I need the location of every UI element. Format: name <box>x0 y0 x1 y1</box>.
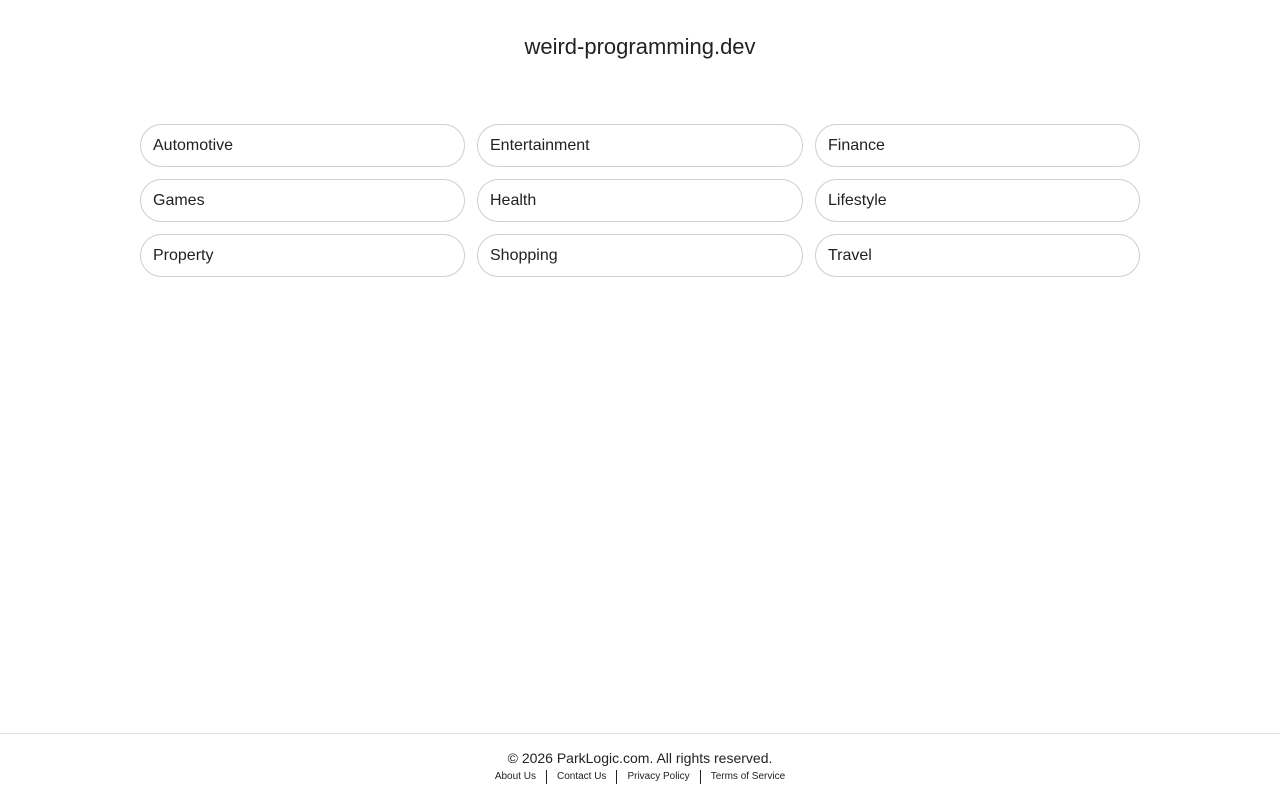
footer: © 2026 ParkLogic.com. All rights reserve… <box>0 733 1280 800</box>
privacy-policy-link[interactable]: Privacy Policy <box>616 770 699 784</box>
category-lifestyle[interactable]: Lifestyle <box>815 179 1140 222</box>
footer-links: About Us Contact Us Privacy Policy Terms… <box>0 770 1280 784</box>
category-finance[interactable]: Finance <box>815 124 1140 167</box>
site-title: weird-programming.dev <box>524 34 756 59</box>
page: weird-programming.dev Automotive Enterta… <box>0 0 1280 800</box>
category-shopping[interactable]: Shopping <box>477 234 803 277</box>
category-grid: Automotive Entertainment Finance Games H… <box>140 124 1140 277</box>
category-travel[interactable]: Travel <box>815 234 1140 277</box>
about-us-link[interactable]: About Us <box>485 770 546 784</box>
terms-of-service-link[interactable]: Terms of Service <box>699 770 795 784</box>
copyright-text: © 2026 ParkLogic.com. All rights reserve… <box>507 750 773 766</box>
category-health[interactable]: Health <box>477 179 803 222</box>
category-automotive[interactable]: Automotive <box>140 124 465 167</box>
category-entertainment[interactable]: Entertainment <box>477 124 803 167</box>
contact-us-link[interactable]: Contact Us <box>545 770 616 784</box>
category-games[interactable]: Games <box>140 179 465 222</box>
category-property[interactable]: Property <box>140 234 465 277</box>
